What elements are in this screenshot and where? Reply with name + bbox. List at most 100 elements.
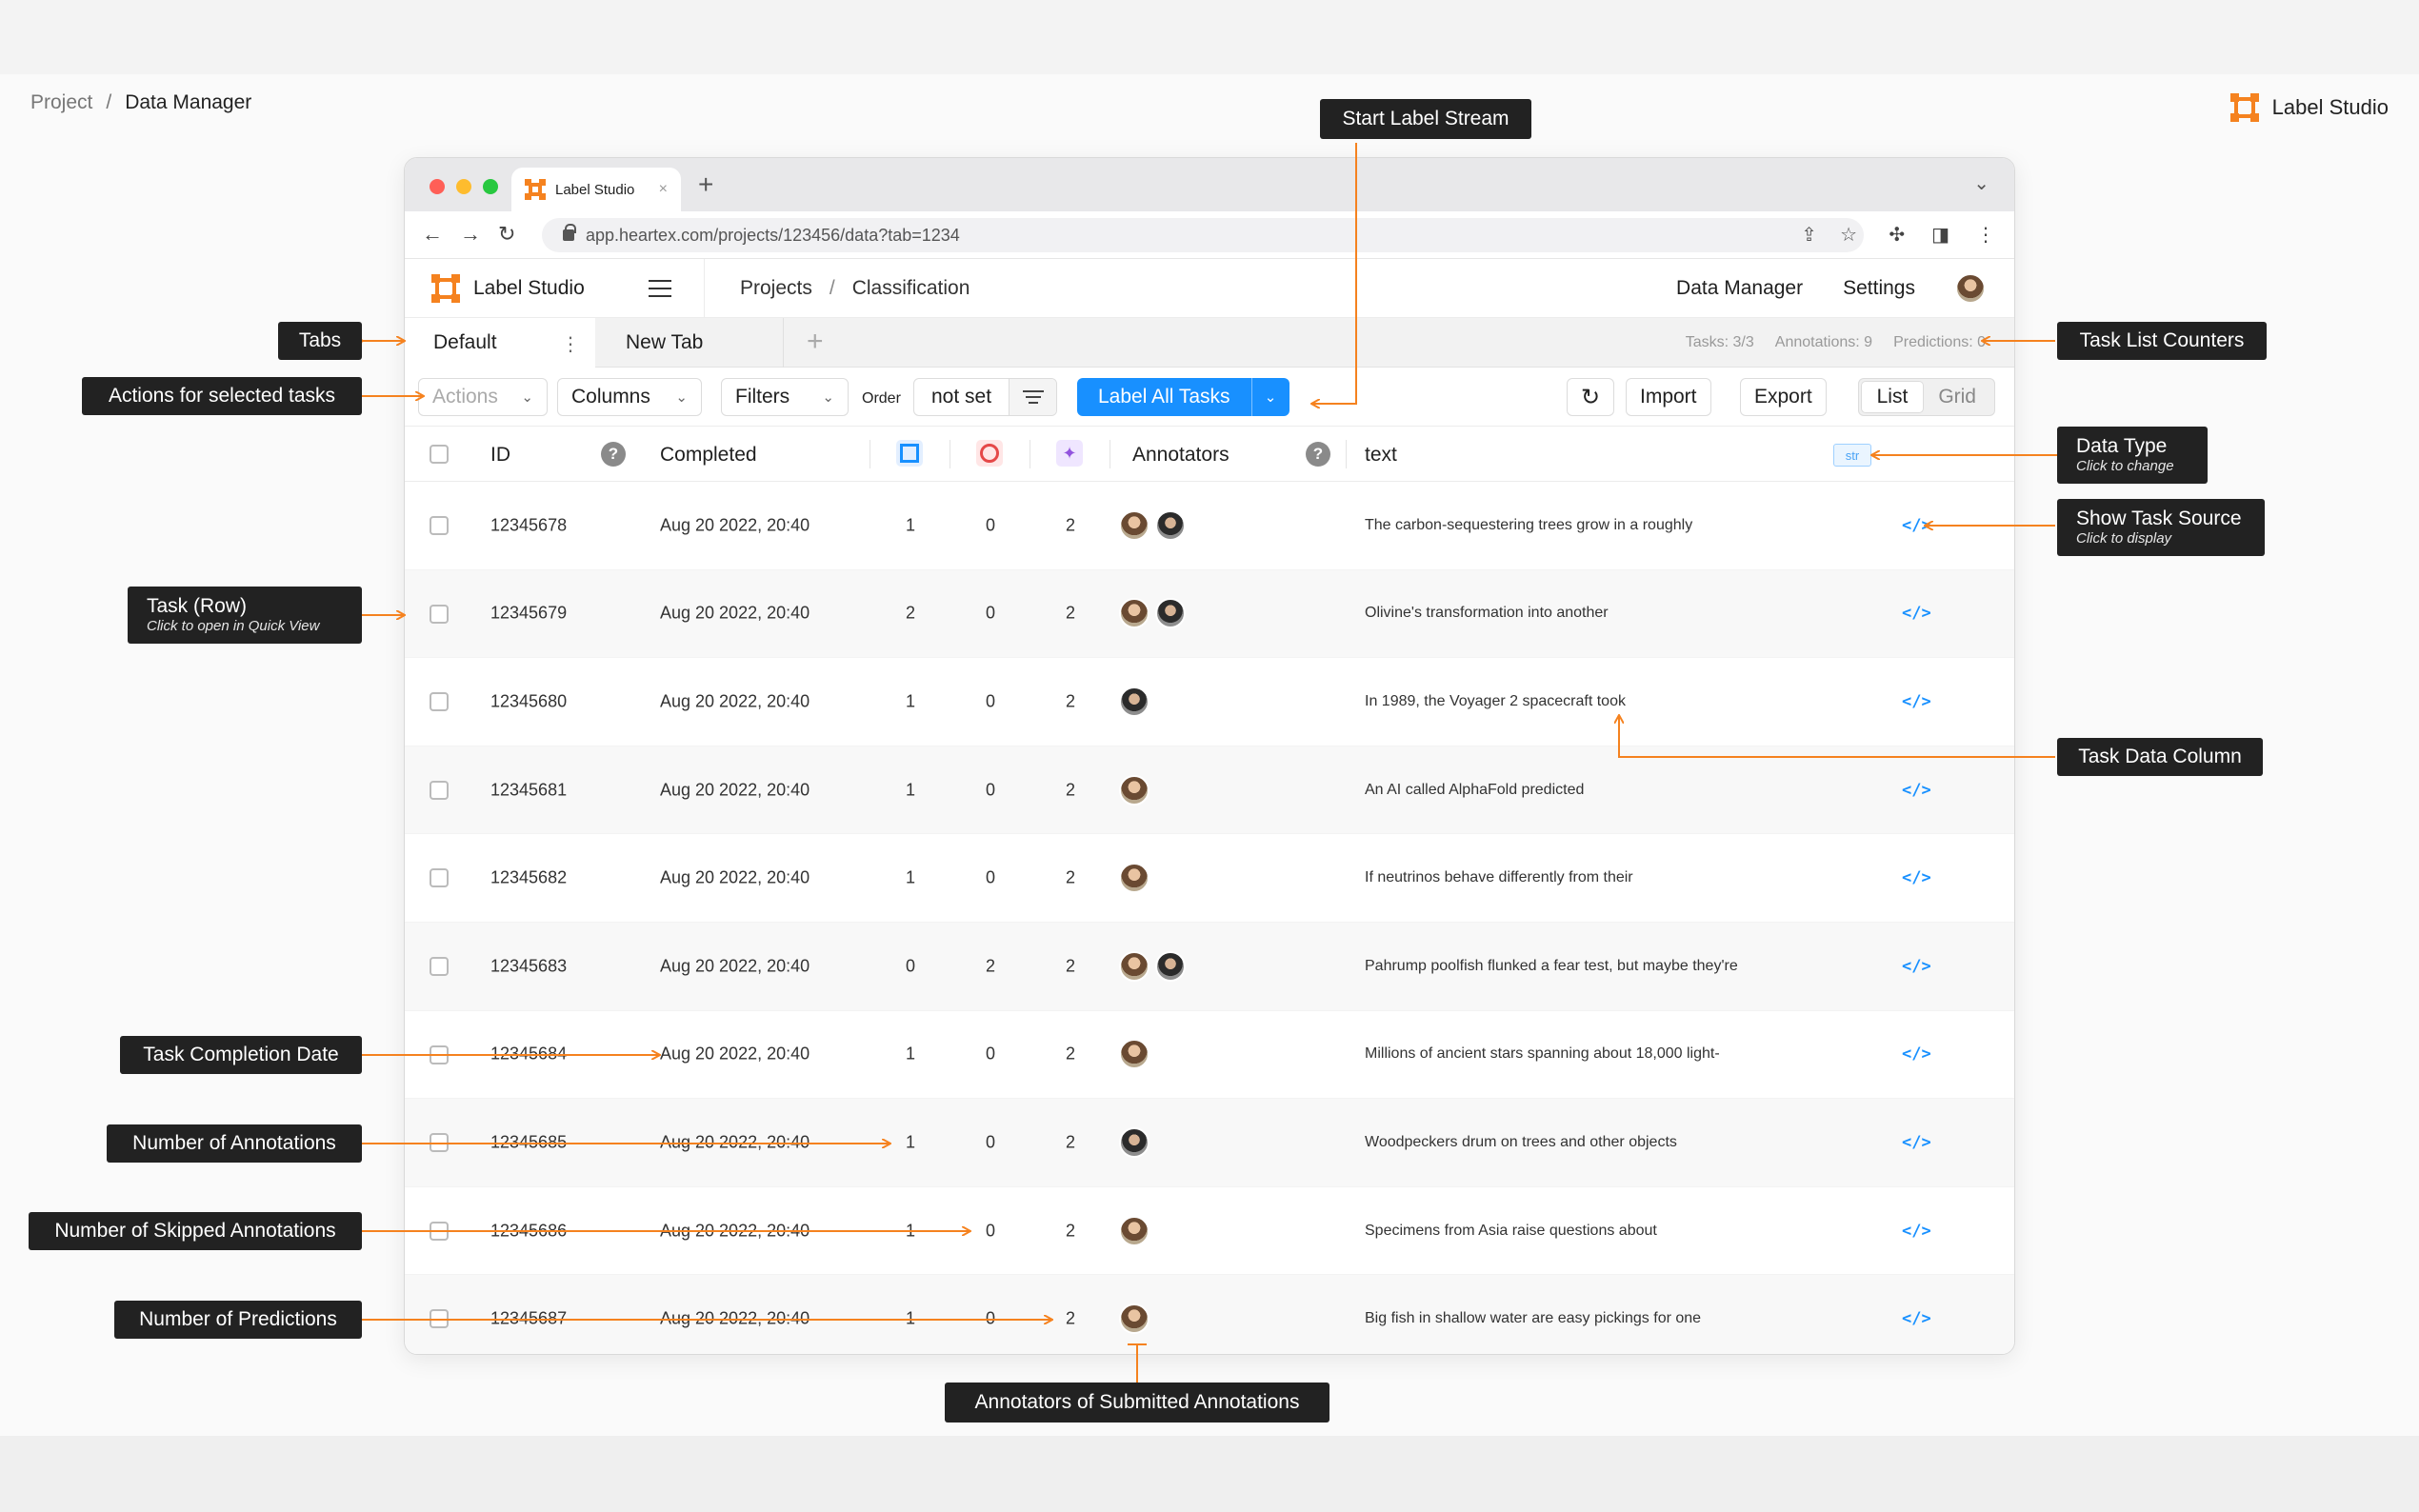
order-value[interactable]: not set xyxy=(914,379,1009,415)
code-icon[interactable]: </> xyxy=(1902,516,1931,535)
url-actions: ⇪ ☆ xyxy=(1801,223,1857,247)
code-icon[interactable]: </> xyxy=(1902,1044,1931,1064)
actions-button[interactable]: Actions ⌄ xyxy=(418,378,548,416)
help-icon[interactable]: ? xyxy=(601,442,626,467)
label-all-tasks-button[interactable]: Label All Tasks ⌄ xyxy=(1077,378,1289,416)
cell-skipped: 0 xyxy=(985,691,996,711)
cell-text: Woodpeckers drum on trees and other obje… xyxy=(1365,1133,1677,1150)
import-button[interactable]: Import xyxy=(1626,378,1711,416)
label-all-tasks-label[interactable]: Label All Tasks xyxy=(1077,386,1251,408)
sort-direction-icon[interactable] xyxy=(1009,379,1057,415)
code-icon[interactable]: </> xyxy=(1902,604,1931,623)
breadcrumb-project[interactable]: Project xyxy=(30,91,92,114)
row-checkbox[interactable] xyxy=(430,692,449,712)
row-checkbox[interactable] xyxy=(430,780,449,800)
extensions-icon[interactable]: ✣ xyxy=(1889,223,1905,247)
breadcrumb-projects[interactable]: Projects xyxy=(740,277,812,300)
row-checkbox[interactable] xyxy=(430,516,449,535)
code-icon[interactable]: </> xyxy=(1902,1133,1931,1152)
add-tab-icon[interactable]: + xyxy=(807,326,824,358)
annotator-avatar xyxy=(1119,950,1150,982)
chevron-down-icon[interactable]: ⌄ xyxy=(1250,378,1289,416)
data-type-badge[interactable]: str xyxy=(1833,444,1871,467)
browser-tab[interactable]: Label Studio × xyxy=(511,168,681,211)
cell-completed: Aug 20 2022, 20:40 xyxy=(660,603,810,623)
table-row[interactable]: 12345680 Aug 20 2022, 20:40 1 0 2 In 1989, th… xyxy=(405,658,2014,746)
header-text[interactable]: text xyxy=(1365,444,1397,467)
table-row[interactable]: 12345686 Aug 20 2022, 20:40 1 0 2 Specimens f… xyxy=(405,1187,2014,1276)
nav-settings[interactable]: Settings xyxy=(1843,277,1915,300)
annotations-column-icon[interactable] xyxy=(896,440,923,467)
order-label: Order xyxy=(862,390,901,407)
cell-annotators xyxy=(1119,1303,1150,1335)
browser-menu-icon[interactable]: ⋮ xyxy=(1976,223,1995,247)
close-window-button[interactable] xyxy=(430,179,445,194)
table-row[interactable]: 12345687 Aug 20 2022, 20:40 1 0 2 Big fish in… xyxy=(405,1275,2014,1354)
reload-icon[interactable]: ↻ xyxy=(498,222,515,247)
breadcrumb-classification[interactable]: Classification xyxy=(852,277,970,300)
table-row[interactable]: 12345683 Aug 20 2022, 20:40 0 2 2 Pahrump poo… xyxy=(405,922,2014,1011)
share-icon[interactable]: ⇪ xyxy=(1801,223,1817,247)
select-all-checkbox[interactable] xyxy=(430,445,449,464)
import-label: Import xyxy=(1640,386,1697,408)
annotator-avatar xyxy=(1119,686,1150,717)
row-checkbox[interactable] xyxy=(430,868,449,888)
header-annotators[interactable]: Annotators xyxy=(1132,444,1229,467)
row-checkbox[interactable] xyxy=(430,1309,449,1329)
app-brand[interactable]: Label Studio xyxy=(431,273,585,303)
kebab-icon[interactable]: ⋮ xyxy=(561,332,580,356)
help-icon[interactable]: ? xyxy=(1306,442,1330,467)
header-completed[interactable]: Completed xyxy=(660,444,757,467)
top-band xyxy=(0,0,2419,74)
code-icon[interactable]: </> xyxy=(1902,1222,1931,1241)
code-icon[interactable]: </> xyxy=(1902,692,1931,711)
tab-default[interactable]: Default ⋮ xyxy=(405,318,595,368)
user-avatar[interactable] xyxy=(1955,272,1986,304)
forward-icon[interactable]: → xyxy=(460,222,481,247)
row-checkbox[interactable] xyxy=(430,1221,449,1241)
annotator-avatar xyxy=(1155,950,1186,982)
skipped-column-icon[interactable] xyxy=(976,440,1003,467)
header-id[interactable]: ID xyxy=(490,444,510,467)
back-icon[interactable]: ← xyxy=(422,222,443,247)
row-checkbox[interactable] xyxy=(430,956,449,976)
row-checkbox[interactable] xyxy=(430,1133,449,1153)
filters-button[interactable]: Filters ⌄ xyxy=(721,378,849,416)
tab-list-chevron-icon[interactable]: ⌄ xyxy=(1973,171,1989,195)
annotator-avatar xyxy=(1119,598,1150,629)
cell-completed: Aug 20 2022, 20:40 xyxy=(660,515,810,535)
cell-predictions: 2 xyxy=(1065,867,1076,887)
export-button[interactable]: Export xyxy=(1740,378,1827,416)
sidebar-icon[interactable]: ◨ xyxy=(1931,223,1949,247)
view-list-button[interactable]: List xyxy=(1861,382,1924,412)
code-icon[interactable]: </> xyxy=(1902,781,1931,800)
table-row[interactable]: 12345682 Aug 20 2022, 20:40 1 0 2 If neutrino… xyxy=(405,834,2014,923)
view-grid-button[interactable]: Grid xyxy=(1923,382,1991,412)
code-icon[interactable]: </> xyxy=(1902,1309,1931,1328)
minimize-window-button[interactable] xyxy=(456,179,471,194)
order-control[interactable]: not set xyxy=(913,378,1058,416)
close-tab-icon[interactable]: × xyxy=(659,181,668,198)
code-icon[interactable]: </> xyxy=(1902,957,1931,976)
browser-tab-strip: Label Studio × + ⌄ xyxy=(405,158,2014,211)
table-row[interactable]: 12345684 Aug 20 2022, 20:40 1 0 2 Millions of… xyxy=(405,1011,2014,1100)
cell-completed: Aug 20 2022, 20:40 xyxy=(660,780,810,800)
table-row[interactable]: 12345679 Aug 20 2022, 20:40 2 0 2 Olivine's t… xyxy=(405,569,2014,659)
nav-data-manager[interactable]: Data Manager xyxy=(1676,277,1803,300)
new-browser-tab-icon[interactable]: + xyxy=(698,169,713,200)
tab-new-tab[interactable]: New Tab xyxy=(597,318,784,368)
hamburger-menu-icon[interactable] xyxy=(649,280,671,297)
columns-button[interactable]: Columns ⌄ xyxy=(557,378,702,416)
table-row[interactable]: 12345681 Aug 20 2022, 20:40 1 0 2 An AI calle… xyxy=(405,746,2014,835)
refresh-icon[interactable]: ↻ xyxy=(1567,378,1614,416)
code-icon[interactable]: </> xyxy=(1902,868,1931,887)
maximize-window-button[interactable] xyxy=(483,179,498,194)
table-row[interactable]: 12345678 Aug 20 2022, 20:40 1 0 2 The carbon-… xyxy=(405,482,2014,570)
row-checkbox[interactable] xyxy=(430,604,449,624)
row-checkbox[interactable] xyxy=(430,1044,449,1064)
table-row[interactable]: 12345685 Aug 20 2022, 20:40 1 0 2 Woodpeckers… xyxy=(405,1099,2014,1187)
predictions-column-icon[interactable]: ✦ xyxy=(1056,440,1083,467)
bookmark-star-icon[interactable]: ☆ xyxy=(1840,223,1857,247)
url-field[interactable]: app.heartex.com/projects/123456/data?tab… xyxy=(542,218,1864,252)
page-brand-name: Label Studio xyxy=(2271,95,2389,119)
